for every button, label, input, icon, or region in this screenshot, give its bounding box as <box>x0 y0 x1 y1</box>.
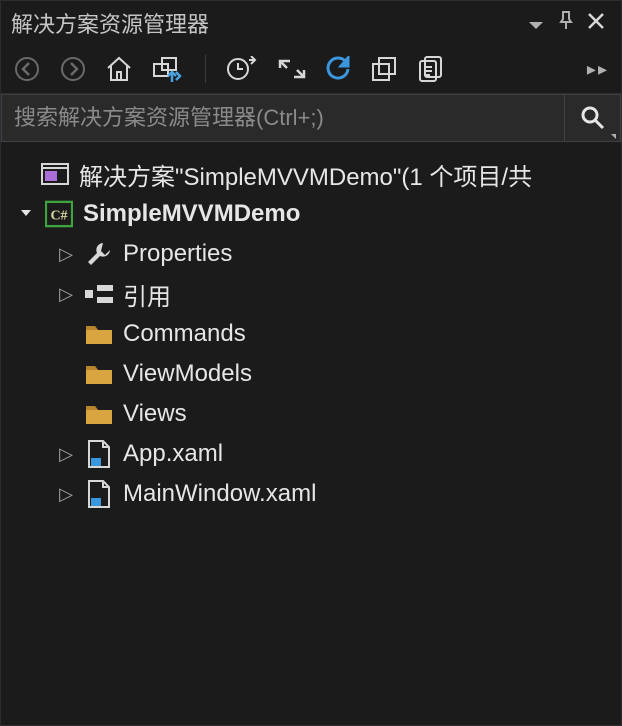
forward-button[interactable] <box>57 53 89 85</box>
project-node[interactable]: C# SimpleMVVMDemo <box>1 194 621 234</box>
show-all-files-button[interactable] <box>414 53 446 85</box>
back-button[interactable] <box>11 53 43 85</box>
tree-item-label: Commands <box>123 320 246 348</box>
folder-icon <box>85 400 113 428</box>
collapse-all-button[interactable] <box>368 53 400 85</box>
tree-item-references[interactable]: ▷ 引用 <box>1 274 621 314</box>
tree-item-label: ViewModels <box>123 360 252 388</box>
pending-changes-button[interactable] <box>222 53 262 85</box>
svg-text:C#: C# <box>50 209 67 224</box>
panel-title: 解决方案资源管理器 <box>11 7 521 39</box>
tree-item-folder-views[interactable]: ▷ Views <box>1 394 621 434</box>
tree-item-app-xaml[interactable]: ▷ App.xaml <box>1 434 621 474</box>
expander-icon[interactable]: ▷ <box>57 284 75 305</box>
references-icon <box>85 280 113 308</box>
tree-item-properties[interactable]: ▷ Properties <box>1 234 621 274</box>
expander-icon[interactable]: ▷ <box>57 444 75 465</box>
project-label: SimpleMVVMDemo <box>83 200 300 228</box>
refresh-button[interactable] <box>322 53 354 85</box>
search-dropdown-icon[interactable] <box>611 134 616 139</box>
expander-icon[interactable] <box>17 204 35 225</box>
window-options-dropdown[interactable] <box>521 10 551 36</box>
search-input[interactable] <box>2 95 564 141</box>
expander-icon[interactable]: ▷ <box>57 244 75 265</box>
tree-item-label: App.xaml <box>123 440 223 468</box>
tree-item-mainwindow-xaml[interactable]: ▷ MainWindow.xaml <box>1 474 621 514</box>
tree-item-label: MainWindow.xaml <box>123 480 316 508</box>
tree-item-label: 引用 <box>123 277 171 312</box>
tree-item-label: Views <box>123 400 187 428</box>
xaml-file-icon <box>85 440 113 468</box>
switch-view-button[interactable] <box>149 53 189 85</box>
pin-icon[interactable] <box>551 10 581 36</box>
solution-label: 解决方案"SimpleMVVMDemo"(1 个项目/共 <box>79 157 532 192</box>
tree-item-folder-commands[interactable]: ▷ Commands <box>1 314 621 354</box>
expander-icon[interactable]: ▷ <box>57 484 75 505</box>
home-button[interactable] <box>103 53 135 85</box>
folder-icon <box>85 360 113 388</box>
solution-node[interactable]: ▶ 解决方案"SimpleMVVMDemo"(1 个项目/共 <box>1 154 621 194</box>
close-icon[interactable] <box>581 10 611 36</box>
toolbar-overflow-icon[interactable]: ▸▸ <box>587 59 613 80</box>
tree-item-label: Properties <box>123 240 232 268</box>
search-button[interactable] <box>564 95 620 141</box>
wrench-icon <box>85 240 113 268</box>
sync-button[interactable] <box>276 53 308 85</box>
tree-item-folder-viewmodels[interactable]: ▷ ViewModels <box>1 354 621 394</box>
solution-icon <box>41 160 69 188</box>
xaml-file-icon <box>85 480 113 508</box>
csharp-project-icon: C# <box>45 200 73 228</box>
solution-tree: ▶ 解决方案"SimpleMVVMDemo"(1 个项目/共 C# Simple… <box>1 142 621 514</box>
folder-icon <box>85 320 113 348</box>
